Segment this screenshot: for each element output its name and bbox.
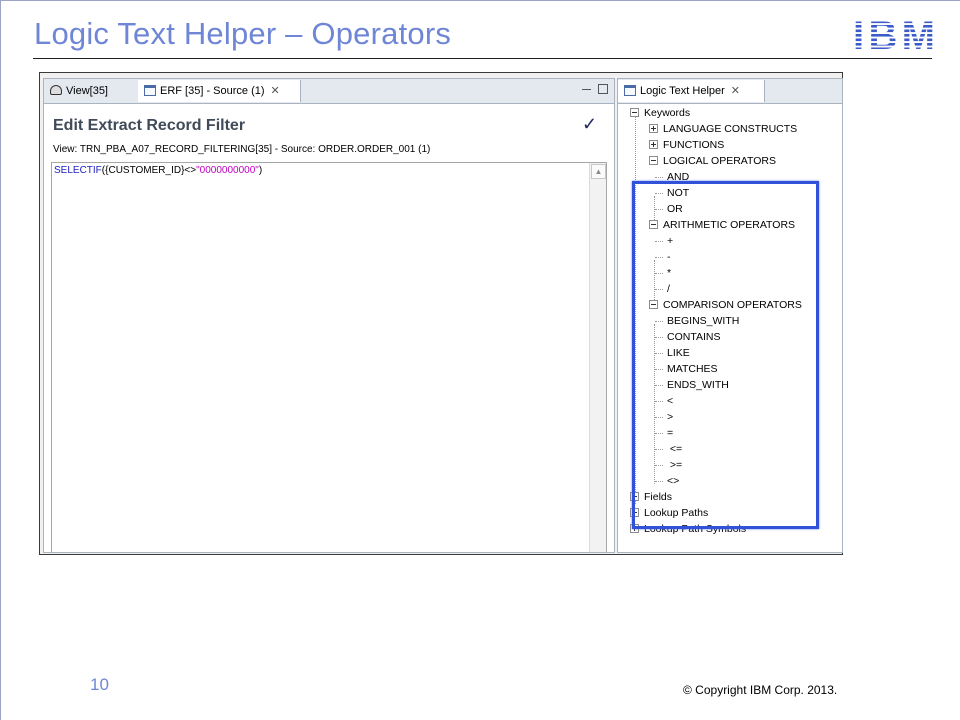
title-rule [33, 58, 932, 59]
expand-icon[interactable] [649, 124, 658, 133]
editor-heading: Edit Extract Record Filter [53, 117, 246, 134]
editor-tabbar: View[35] ERF [35] - Source (1) ✕ [44, 78, 614, 104]
page-number: 10 [90, 675, 109, 694]
keyword-tree: Keywords LANGUAGE CONSTRUCTS FUNCTIONS L… [618, 102, 842, 552]
collapse-icon[interactable] [630, 108, 639, 117]
copyright: © Copyright IBM Corp. 2013. [683, 683, 838, 697]
tree-node-functions[interactable]: FUNCTIONS [649, 138, 724, 152]
check-icon[interactable]: ✓ [582, 114, 597, 135]
editor-pane: View[35] ERF [35] - Source (1) ✕ Edit Ext… [43, 78, 615, 553]
collapse-icon[interactable] [649, 156, 658, 165]
tree-node-logical-operators[interactable]: LOGICAL OPERATORS [649, 154, 776, 168]
view-source-info: View: TRN_PBA_A07_RECORD_FILTERING[35] -… [53, 144, 431, 155]
tab-view[interactable]: View[35] [46, 80, 140, 102]
editor-scrollbar[interactable]: ▲ [589, 163, 606, 552]
operators-highlight-box [632, 181, 819, 529]
helper-tabbar: Logic Text Helper ✕ [618, 78, 842, 104]
code-end: ) [258, 165, 263, 176]
close-icon[interactable]: ✕ [731, 85, 740, 97]
scroll-up-icon[interactable]: ▲ [591, 164, 606, 179]
code-expression: ({CUSTOMER_ID}<> [101, 165, 197, 176]
ibm-logo: IBM [853, 16, 935, 52]
slide-title: Logic Text Helper – Operators [34, 16, 452, 51]
expand-icon[interactable] [649, 140, 658, 149]
logic-text-helper-pane: Logic Text Helper ✕ Keywords LANGUAGE CON… [617, 78, 843, 553]
slide-border-top [0, 0, 960, 1]
document-icon [144, 84, 156, 96]
minimize-icon[interactable] [582, 84, 591, 90]
close-icon[interactable]: ✕ [271, 85, 280, 97]
tab-view-label: View[35] [66, 85, 108, 97]
code-keyword: SELECTIF [54, 165, 102, 176]
tab-logic-text-helper-label: Logic Text Helper [640, 85, 725, 97]
tree-node-language-constructs[interactable]: LANGUAGE CONSTRUCTS [649, 122, 797, 136]
logic-text-editor[interactable]: SELECTIF({CUSTOMER_ID}<>"0000000000") ▲ [51, 162, 607, 552]
code-string: "0000000000" [196, 165, 259, 176]
code-line: SELECTIF({CUSTOMER_ID}<>"0000000000") [54, 165, 262, 176]
screenshot-frame: View[35] ERF [35] - Source (1) ✕ Edit Ext… [39, 72, 843, 555]
slide-border-left [0, 0, 1, 720]
ibm-logo-text: IBM [853, 16, 935, 52]
tab-erf-source-label: ERF [35] - Source (1) [160, 85, 265, 97]
eye-icon [50, 85, 62, 96]
tab-erf-source[interactable]: ERF [35] - Source (1) ✕ [138, 80, 301, 102]
tab-logic-text-helper[interactable]: Logic Text Helper ✕ [618, 80, 765, 102]
tree-node-keywords[interactable]: Keywords [630, 106, 690, 120]
maximize-icon[interactable] [598, 84, 608, 94]
document-icon [624, 84, 636, 96]
